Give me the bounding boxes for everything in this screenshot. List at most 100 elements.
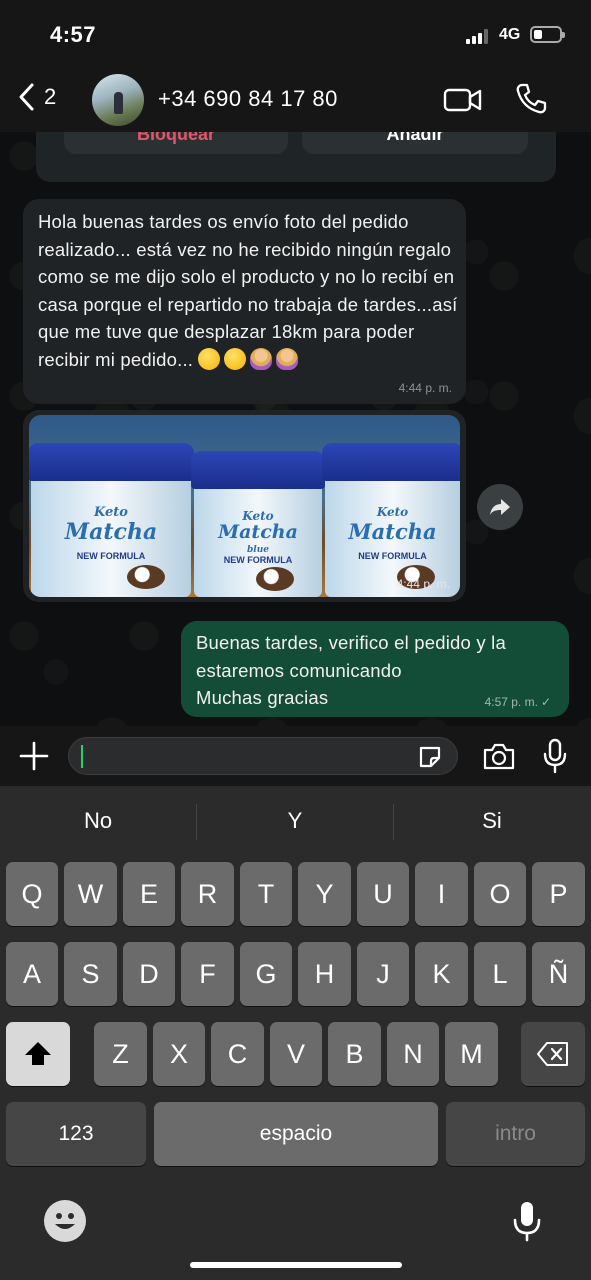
jar-brand-suffix: blue [247, 545, 269, 555]
key-z[interactable]: Z [94, 1022, 147, 1086]
text-caret [81, 745, 83, 768]
battery-level [534, 30, 542, 39]
battery-icon [530, 26, 565, 43]
product-photo[interactable]: Keto Matcha NEW FORMULA Keto Matcha blue… [29, 415, 460, 597]
key-s[interactable]: S [64, 942, 117, 1006]
add-contact-button[interactable]: Añadir [302, 132, 528, 154]
emoji-confused-icon [224, 347, 247, 370]
shift-arrow-icon [25, 1042, 51, 1065]
message-line: estaremos comunicando [196, 659, 402, 681]
key-x[interactable]: X [153, 1022, 205, 1086]
unread-count: 2 [44, 84, 57, 109]
home-indicator [190, 1262, 402, 1268]
key-k[interactable]: K [415, 942, 468, 1006]
chevron-left-icon [19, 83, 34, 111]
key-u[interactable]: U [357, 862, 409, 926]
message-text: Buenas tardes, verifico el pedido y la e… [196, 629, 506, 712]
add-label: Añadir [386, 132, 444, 144]
signal-strength-icon [466, 28, 494, 44]
message-text: Hola buenas tardes os envío foto del ped… [38, 208, 458, 374]
key-q[interactable]: Q [6, 862, 58, 926]
back-button[interactable]: 2 [16, 82, 56, 112]
message-line: Muchas gracias [196, 687, 329, 709]
message-time: 4:44 p. m. [398, 381, 452, 395]
image-time: 4:44 p. m. [396, 577, 450, 591]
key-a[interactable]: A [6, 942, 58, 1006]
plus-icon[interactable] [18, 740, 50, 772]
suggestion-item[interactable]: Si [394, 808, 590, 834]
jar-brand-prefix: Keto [94, 505, 128, 520]
contact-avatar[interactable] [92, 74, 144, 126]
backspace-icon [537, 1042, 568, 1066]
message-input[interactable] [68, 737, 458, 775]
status-time: 4:57 [50, 22, 97, 47]
jar-brand: Matcha [348, 519, 437, 544]
jar-brand: Matcha [218, 521, 298, 543]
space-key[interactable]: espacio [154, 1102, 438, 1166]
contact-name[interactable]: +34 690 84 17 80 [158, 86, 338, 112]
time-text: 4:57 p. m. [484, 695, 538, 709]
smiley-icon [55, 1213, 75, 1229]
network-type: 4G [499, 26, 521, 43]
jar-formula: NEW FORMULA [76, 551, 146, 561]
composer-bar [0, 726, 591, 786]
message-time: 4:57 p. m. ✓ [485, 695, 551, 709]
key-b[interactable]: B [328, 1022, 381, 1086]
message-line: Buenas tardes, verifico el pedido y la [196, 632, 506, 653]
suggestion-bar: No Y Si [0, 786, 591, 858]
key-y[interactable]: Y [298, 862, 351, 926]
emoji-woman-gesturing-no-icon [250, 347, 273, 370]
forward-button[interactable] [477, 484, 523, 530]
key-i[interactable]: I [415, 862, 468, 926]
emoji-confused-icon [198, 347, 221, 370]
key-w[interactable]: W [64, 862, 117, 926]
jar-brand-prefix: Keto [376, 505, 409, 519]
microphone-icon[interactable] [542, 738, 568, 774]
suggestion-item[interactable]: No [0, 808, 196, 834]
key-f[interactable]: F [181, 942, 234, 1006]
unknown-contact-actions: Bloquear Añadir [36, 132, 556, 182]
video-call-icon[interactable] [443, 86, 483, 114]
key-p[interactable]: P [532, 862, 585, 926]
key-l[interactable]: L [474, 942, 526, 1006]
suggestion-item[interactable]: Y [197, 808, 393, 834]
block-label: Bloquear [136, 132, 215, 144]
key-j[interactable]: J [357, 942, 409, 1006]
key-d[interactable]: D [123, 942, 175, 1006]
backspace-key[interactable] [521, 1022, 585, 1086]
outgoing-message[interactable]: Buenas tardes, verifico el pedido y la e… [181, 621, 569, 717]
keyboard: No Y Si Q W E R T Y U I O P A S D F G H … [0, 786, 591, 1280]
key-e[interactable]: E [123, 862, 175, 926]
key-m[interactable]: M [445, 1022, 498, 1086]
phone-icon[interactable] [514, 82, 548, 116]
key-h[interactable]: H [298, 942, 351, 1006]
product-jar: Keto Matcha blue NEW FORMULA [191, 451, 325, 597]
dictation-icon[interactable] [512, 1200, 542, 1242]
key-n[interactable]: N [387, 1022, 439, 1086]
key-o[interactable]: O [474, 862, 526, 926]
message-body: Hola buenas tardes os envío foto del ped… [38, 211, 458, 370]
key-r[interactable]: R [181, 862, 234, 926]
sticker-icon[interactable] [417, 744, 443, 770]
key-g[interactable]: G [240, 942, 292, 1006]
emoji-woman-gesturing-no-icon [276, 347, 299, 370]
incoming-message[interactable]: Hola buenas tardes os envío foto del ped… [23, 199, 466, 404]
product-jar: Keto Matcha NEW FORMULA [322, 443, 460, 597]
key-v[interactable]: V [270, 1022, 322, 1086]
status-bar: 4:57 4G [0, 0, 591, 70]
forward-arrow-icon [490, 499, 510, 515]
key-t[interactable]: T [240, 862, 292, 926]
jar-formula: NEW FORMULA [223, 555, 293, 565]
emoji-keyboard-icon[interactable] [44, 1200, 86, 1242]
shift-key[interactable] [6, 1022, 70, 1086]
key-c[interactable]: C [211, 1022, 264, 1086]
numbers-key[interactable]: 123 [6, 1102, 146, 1166]
jar-formula: NEW FORMULA [358, 551, 427, 561]
block-button[interactable]: Bloquear [64, 132, 288, 154]
incoming-image-message[interactable]: Keto Matcha NEW FORMULA Keto Matcha blue… [23, 410, 466, 602]
return-key[interactable]: intro [446, 1102, 585, 1166]
camera-icon[interactable] [482, 742, 516, 770]
jar-brand: Matcha [64, 519, 158, 545]
key-enye[interactable]: Ñ [532, 942, 585, 1006]
chat-header: 2 +34 690 84 17 80 [0, 70, 591, 132]
